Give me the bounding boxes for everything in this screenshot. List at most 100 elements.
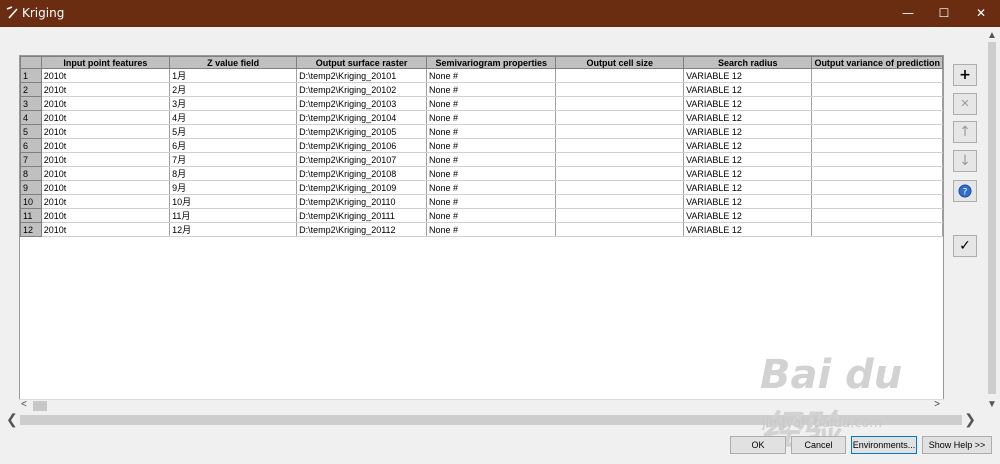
environments-button[interactable]: Environments... <box>851 436 917 454</box>
cell-search-radius[interactable]: VARIABLE 12 <box>683 222 813 237</box>
table-row[interactable]: 2 2010t 2月 D:\temp2\Kriging_20102 None #… <box>20 82 943 97</box>
row-number[interactable]: 8 <box>20 166 42 181</box>
cell-semivariogram-properties[interactable]: None # <box>426 82 557 97</box>
cell-semivariogram-properties[interactable]: None # <box>426 68 557 83</box>
scroll-thumb[interactable] <box>33 401 47 411</box>
cell-input-point-features[interactable]: 2010t <box>41 138 171 153</box>
cell-output-surface-raster[interactable]: D:\temp2\Kriging_20102 <box>296 82 427 97</box>
cell-z-value-field[interactable]: 5月 <box>169 124 298 139</box>
cell-output-cell-size[interactable] <box>555 110 685 125</box>
cell-output-cell-size[interactable] <box>555 194 685 209</box>
move-up-button[interactable]: ↑ <box>953 121 977 143</box>
cell-output-surface-raster[interactable]: D:\temp2\Kriging_20106 <box>296 138 427 153</box>
cell-z-value-field[interactable]: 11月 <box>169 208 298 223</box>
cell-output-variance[interactable] <box>811 166 943 181</box>
cell-output-variance[interactable] <box>811 194 943 209</box>
row-number[interactable]: 10 <box>20 194 42 209</box>
chevron-right-icon[interactable]: ❯ <box>964 411 976 428</box>
cell-z-value-field[interactable]: 8月 <box>169 166 298 181</box>
cell-output-cell-size[interactable] <box>555 82 685 97</box>
column-header-output-surface-raster[interactable]: Output surface raster <box>296 56 427 69</box>
cell-search-radius[interactable]: VARIABLE 12 <box>683 166 813 181</box>
cell-output-surface-raster[interactable]: D:\temp2\Kriging_20105 <box>296 124 427 139</box>
table-row[interactable]: 1 2010t 1月 D:\temp2\Kriging_20101 None #… <box>20 68 943 83</box>
cell-z-value-field[interactable]: 9月 <box>169 180 298 195</box>
cell-output-variance[interactable] <box>811 138 943 153</box>
remove-row-button[interactable]: ✕ <box>953 93 977 115</box>
row-number[interactable]: 11 <box>20 208 42 223</box>
close-button[interactable]: ✕ <box>964 0 998 27</box>
cell-semivariogram-properties[interactable]: None # <box>426 124 557 139</box>
table-row[interactable]: 7 2010t 7月 D:\temp2\Kriging_20107 None #… <box>20 152 943 167</box>
batch-grid[interactable]: Input point features Z value field Outpu… <box>19 55 944 400</box>
cell-output-surface-raster[interactable]: D:\temp2\Kriging_20103 <box>296 96 427 111</box>
cell-input-point-features[interactable]: 2010t <box>41 152 171 167</box>
cell-input-point-features[interactable]: 2010t <box>41 180 171 195</box>
column-header-output-variance[interactable]: Output variance of prediction <box>811 56 943 69</box>
table-row[interactable]: 3 2010t 3月 D:\temp2\Kriging_20103 None #… <box>20 96 943 111</box>
cell-output-variance[interactable] <box>811 152 943 167</box>
row-number[interactable]: 3 <box>20 96 42 111</box>
cell-output-cell-size[interactable] <box>555 166 685 181</box>
check-values-button[interactable]: ✓ <box>953 235 977 257</box>
cell-search-radius[interactable]: VARIABLE 12 <box>683 124 813 139</box>
chevron-left-icon[interactable]: ❮ <box>6 411 18 428</box>
table-row[interactable]: 6 2010t 6月 D:\temp2\Kriging_20106 None #… <box>20 138 943 153</box>
cell-input-point-features[interactable]: 2010t <box>41 68 171 83</box>
row-number[interactable]: 5 <box>20 124 42 139</box>
table-row[interactable]: 9 2010t 9月 D:\temp2\Kriging_20109 None #… <box>20 180 943 195</box>
help-button[interactable]: ? <box>953 180 977 202</box>
add-row-button[interactable]: + <box>953 64 977 86</box>
cell-output-cell-size[interactable] <box>555 208 685 223</box>
row-number[interactable]: 1 <box>20 68 42 83</box>
cell-output-surface-raster[interactable]: D:\temp2\Kriging_20107 <box>296 152 427 167</box>
table-row[interactable]: 11 2010t 11月 D:\temp2\Kriging_20111 None… <box>20 208 943 223</box>
cell-search-radius[interactable]: VARIABLE 12 <box>683 82 813 97</box>
cell-z-value-field[interactable]: 2月 <box>169 82 298 97</box>
cell-output-cell-size[interactable] <box>555 68 685 83</box>
cell-output-cell-size[interactable] <box>555 138 685 153</box>
cell-semivariogram-properties[interactable]: None # <box>426 110 557 125</box>
table-row[interactable]: 4 2010t 4月 D:\temp2\Kriging_20104 None #… <box>20 110 943 125</box>
cell-semivariogram-properties[interactable]: None # <box>426 208 557 223</box>
cell-input-point-features[interactable]: 2010t <box>41 110 171 125</box>
cell-output-cell-size[interactable] <box>555 152 685 167</box>
column-header-input-point-features[interactable]: Input point features <box>40 56 171 69</box>
cell-semivariogram-properties[interactable]: None # <box>426 138 557 153</box>
cell-output-variance[interactable] <box>811 124 943 139</box>
table-row[interactable]: 12 2010t 12月 D:\temp2\Kriging_20112 None… <box>20 222 943 237</box>
cell-search-radius[interactable]: VARIABLE 12 <box>683 208 813 223</box>
maximize-button[interactable]: ☐ <box>927 0 961 27</box>
row-number[interactable]: 2 <box>20 82 42 97</box>
cell-output-surface-raster[interactable]: D:\temp2\Kriging_20111 <box>296 208 427 223</box>
cell-z-value-field[interactable]: 6月 <box>169 138 298 153</box>
cell-search-radius[interactable]: VARIABLE 12 <box>683 96 813 111</box>
corner-header[interactable] <box>20 56 42 69</box>
cell-output-variance[interactable] <box>811 68 943 83</box>
cell-output-cell-size[interactable] <box>555 222 685 237</box>
column-header-z-value-field[interactable]: Z value field <box>169 56 298 69</box>
cell-search-radius[interactable]: VARIABLE 12 <box>683 68 813 83</box>
column-header-search-radius[interactable]: Search radius <box>683 56 813 69</box>
table-row[interactable]: 10 2010t 10月 D:\temp2\Kriging_20110 None… <box>20 194 943 209</box>
cell-output-variance[interactable] <box>811 180 943 195</box>
cell-semivariogram-properties[interactable]: None # <box>426 152 557 167</box>
row-number[interactable]: 4 <box>20 110 42 125</box>
cell-output-surface-raster[interactable]: D:\temp2\Kriging_20112 <box>296 222 427 237</box>
cell-output-cell-size[interactable] <box>555 124 685 139</box>
cell-input-point-features[interactable]: 2010t <box>41 124 171 139</box>
cell-z-value-field[interactable]: 4月 <box>169 110 298 125</box>
move-down-button[interactable]: ↓ <box>953 150 977 172</box>
cell-input-point-features[interactable]: 2010t <box>41 208 171 223</box>
cell-output-cell-size[interactable] <box>555 96 685 111</box>
dialog-vertical-scrollbar[interactable]: ▲ ▼ <box>986 30 998 410</box>
cell-output-surface-raster[interactable]: D:\temp2\Kriging_20110 <box>296 194 427 209</box>
cell-output-surface-raster[interactable]: D:\temp2\Kriging_20108 <box>296 166 427 181</box>
cell-semivariogram-properties[interactable]: None # <box>426 222 557 237</box>
scroll-up-icon[interactable]: ▲ <box>987 30 997 41</box>
cell-output-variance[interactable] <box>811 208 943 223</box>
cell-semivariogram-properties[interactable]: None # <box>426 180 557 195</box>
column-header-output-cell-size[interactable]: Output cell size <box>555 56 685 69</box>
cell-semivariogram-properties[interactable]: None # <box>426 194 557 209</box>
cell-z-value-field[interactable]: 10月 <box>169 194 298 209</box>
